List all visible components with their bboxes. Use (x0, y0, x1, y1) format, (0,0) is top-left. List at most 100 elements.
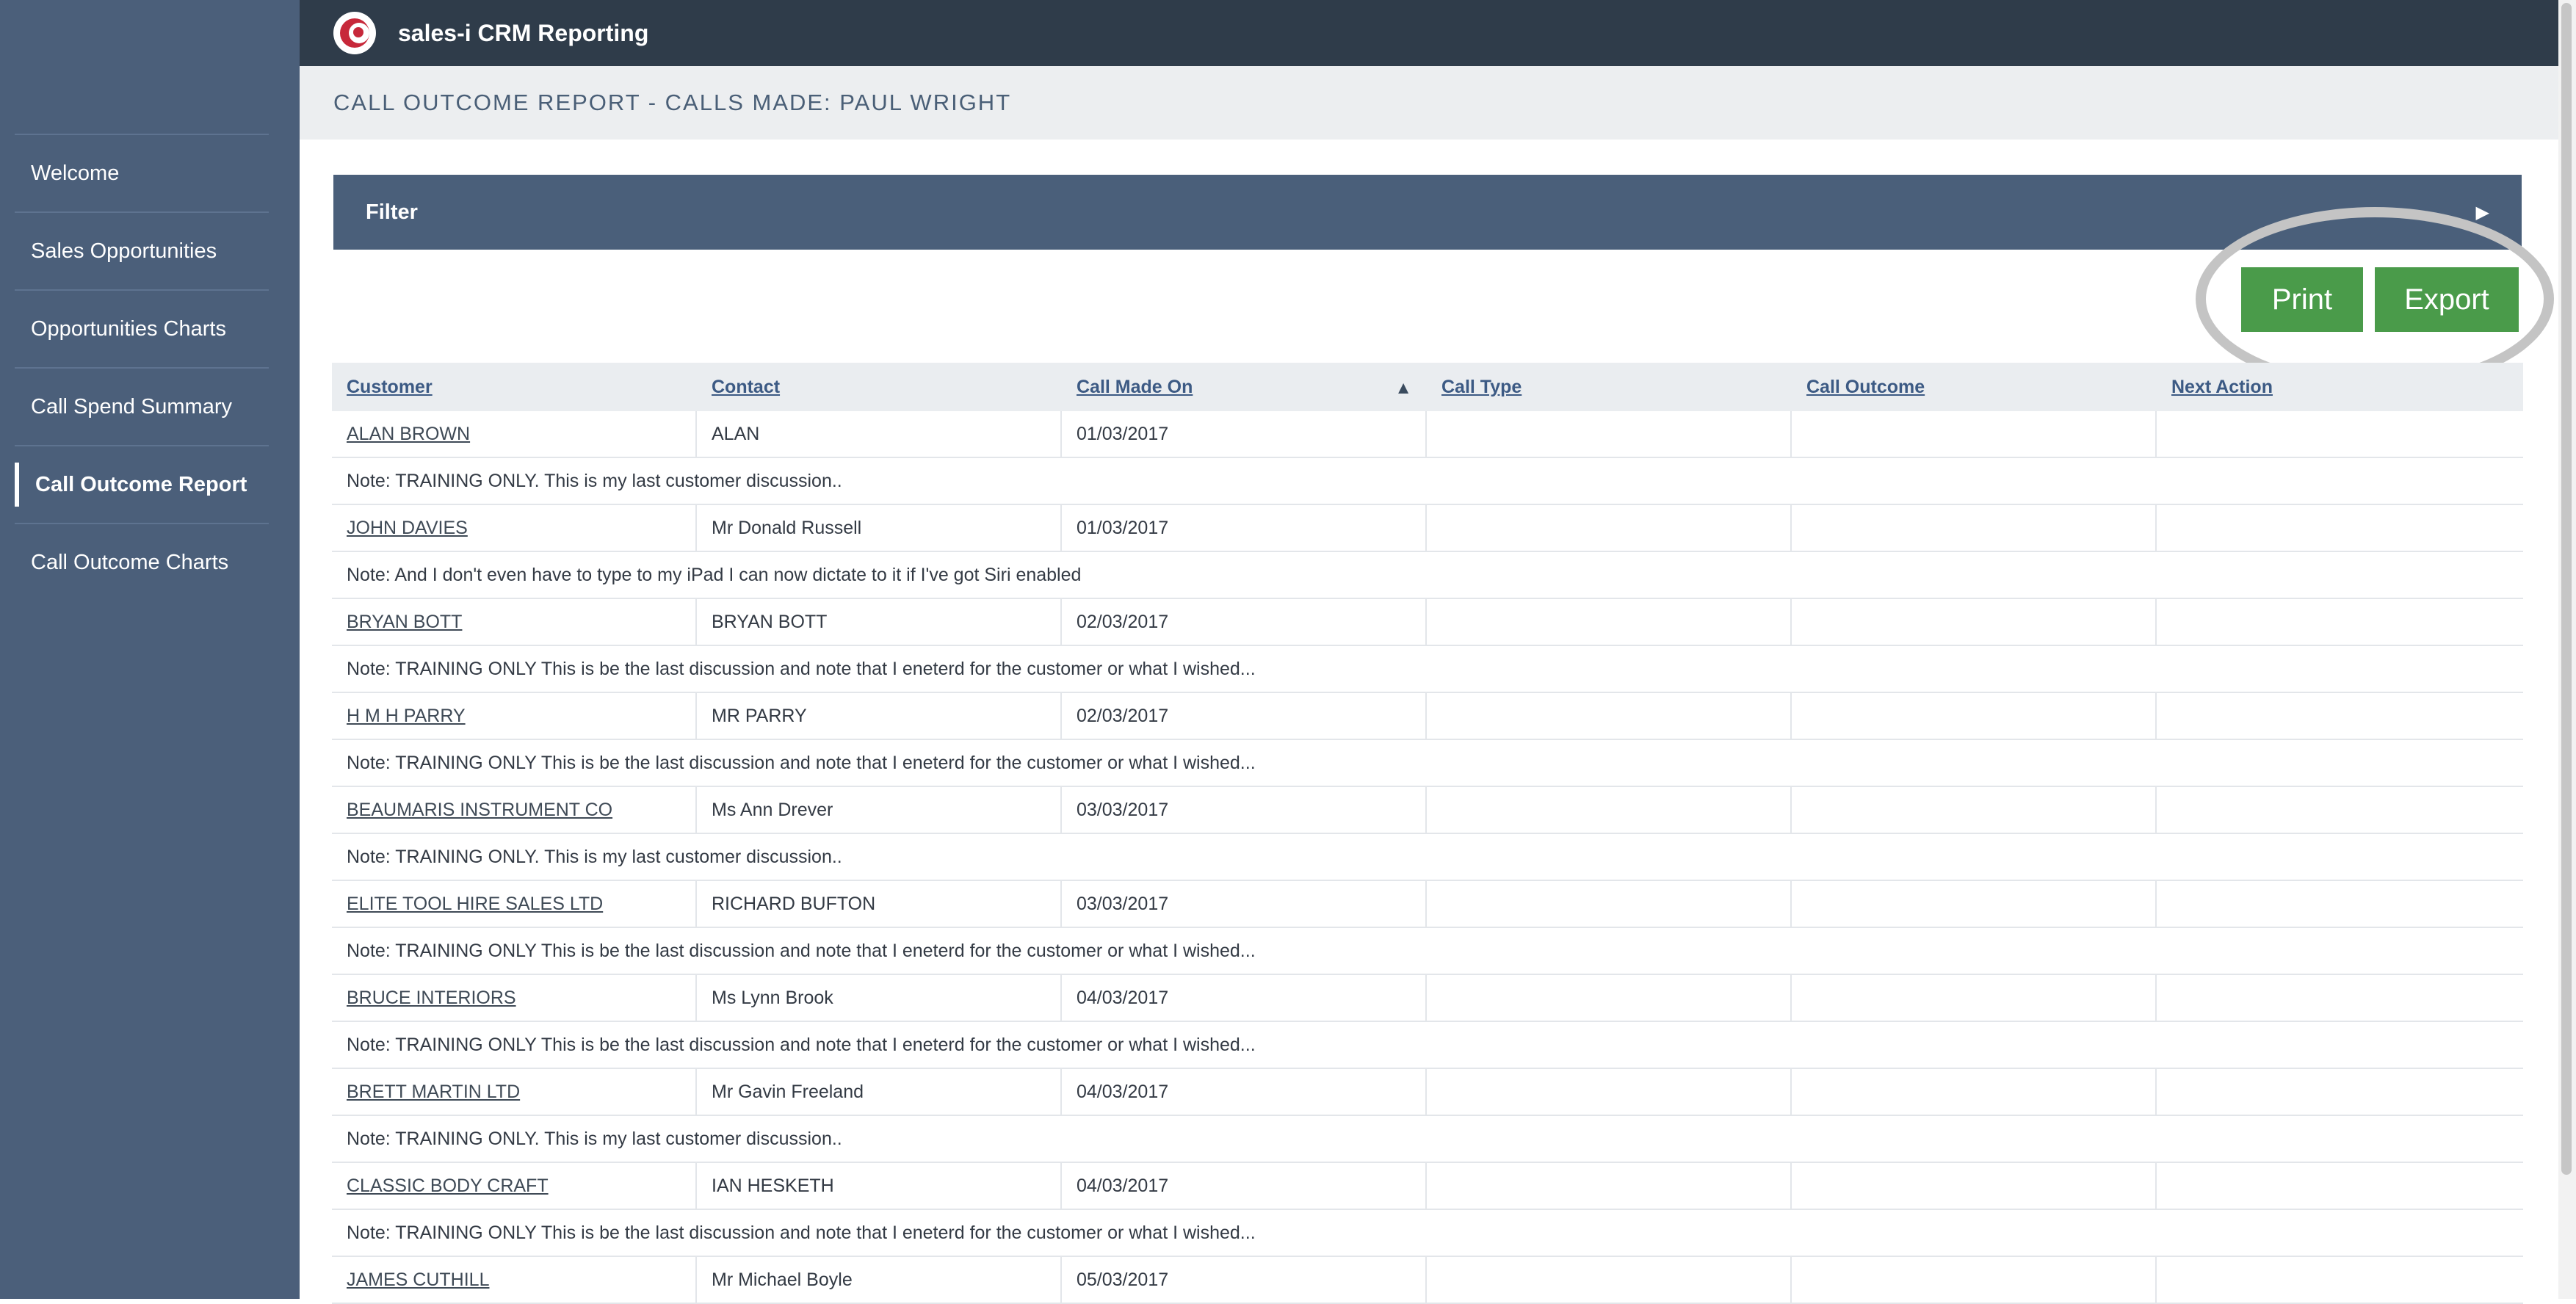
table-row: H M H PARRY MR PARRY 02/03/2017 (332, 693, 2523, 740)
contact-cell: Mr Michael Boyle (697, 1257, 1062, 1303)
note-row: Note: TRAINING ONLY This is be the last … (332, 928, 2523, 975)
call-outcome-table: Customer Contact Call Made On ▲ Call Typ… (332, 363, 2523, 1304)
note-row: Note: TRAINING ONLY. This is my last cus… (332, 1116, 2523, 1163)
sidebar-item-call-outcome-charts[interactable]: Call Outcome Charts (15, 523, 269, 601)
app-title: sales-i CRM Reporting (398, 19, 649, 46)
table-row: BRUCE INTERIORS Ms Lynn Brook 04/03/2017 (332, 975, 2523, 1022)
customer-link[interactable]: BRYAN BOTT (332, 599, 697, 645)
scrollbar-thumb[interactable] (2561, 3, 2572, 1175)
next-action-cell (2157, 787, 2522, 833)
note-row: Note: TRAINING ONLY This is be the last … (332, 1022, 2523, 1069)
sidebar-nav: Welcome Sales Opportunities Opportunitie… (15, 134, 269, 601)
contact-cell: Ms Lynn Brook (697, 975, 1062, 1021)
sidebar-item-sales-opportunities[interactable]: Sales Opportunities (15, 211, 269, 289)
next-action-cell (2157, 1069, 2522, 1115)
call-date-cell: 01/03/2017 (1062, 505, 1427, 551)
customer-link[interactable]: BEAUMARIS INSTRUMENT CO (332, 787, 697, 833)
export-button[interactable]: Export (2375, 267, 2519, 332)
call-outcome-cell (1792, 787, 2157, 833)
page-title: CALL OUTCOME REPORT - CALLS MADE: PAUL W… (333, 90, 1012, 115)
next-action-cell (2157, 1257, 2522, 1303)
note-row: Note: TRAINING ONLY This is be the last … (332, 740, 2523, 787)
table-header-row: Customer Contact Call Made On ▲ Call Typ… (332, 363, 2523, 411)
contact-cell: Mr Gavin Freeland (697, 1069, 1062, 1115)
contact-cell: RICHARD BUFTON (697, 881, 1062, 927)
call-type-cell (1427, 693, 1792, 739)
call-type-cell (1427, 411, 1792, 457)
column-header-label: Call Made On (1077, 376, 1193, 397)
filter-panel-toggle[interactable]: Filter ▶ (333, 175, 2522, 250)
call-date-cell: 02/03/2017 (1062, 693, 1427, 739)
next-action-cell (2157, 1163, 2522, 1209)
note-row: Note: TRAINING ONLY This is be the last … (332, 646, 2523, 693)
sidebar-item-label: Call Outcome Report (35, 472, 247, 496)
call-date-cell: 03/03/2017 (1062, 787, 1427, 833)
table-row: BRYAN BOTT BRYAN BOTT 02/03/2017 (332, 599, 2523, 646)
sales-i-logo-icon (333, 12, 376, 54)
call-outcome-cell (1792, 1163, 2157, 1209)
next-action-cell (2157, 975, 2522, 1021)
column-header-contact[interactable]: Contact (697, 377, 1062, 398)
note-row: Note: And I don't even have to type to m… (332, 552, 2523, 599)
call-outcome-cell (1792, 411, 2157, 457)
customer-link[interactable]: JOHN DAVIES (332, 505, 697, 551)
table-row: ALAN BROWN ALAN 01/03/2017 (332, 411, 2523, 458)
app-header: sales-i CRM Reporting (300, 0, 2558, 66)
sidebar-item-call-spend-summary[interactable]: Call Spend Summary (15, 367, 269, 445)
customer-link[interactable]: ELITE TOOL HIRE SALES LTD (332, 881, 697, 927)
contact-cell: Mr Donald Russell (697, 505, 1062, 551)
sidebar-item-opportunities-charts[interactable]: Opportunities Charts (15, 289, 269, 367)
customer-link[interactable]: CLASSIC BODY CRAFT (332, 1163, 697, 1209)
sidebar: Welcome Sales Opportunities Opportunitie… (0, 0, 300, 1299)
print-button[interactable]: Print (2241, 267, 2363, 332)
column-header-call-outcome[interactable]: Call Outcome (1792, 377, 2157, 398)
call-type-cell (1427, 599, 1792, 645)
expand-arrow-icon: ▶ (2475, 202, 2489, 222)
next-action-cell (2157, 599, 2522, 645)
customer-link[interactable]: H M H PARRY (332, 693, 697, 739)
call-date-cell: 02/03/2017 (1062, 599, 1427, 645)
customer-link[interactable]: BRUCE INTERIORS (332, 975, 697, 1021)
column-header-call-type[interactable]: Call Type (1427, 377, 1792, 398)
call-type-cell (1427, 1069, 1792, 1115)
call-type-cell (1427, 787, 1792, 833)
contact-cell: ALAN (697, 411, 1062, 457)
call-date-cell: 03/03/2017 (1062, 881, 1427, 927)
call-outcome-cell (1792, 505, 2157, 551)
contact-cell: Ms Ann Drever (697, 787, 1062, 833)
table-row: JOHN DAVIES Mr Donald Russell 01/03/2017 (332, 505, 2523, 552)
call-date-cell: 04/03/2017 (1062, 1069, 1427, 1115)
table-body: ALAN BROWN ALAN 01/03/2017 Note: TRAINING O… (332, 411, 2523, 1304)
column-header-customer[interactable]: Customer (332, 377, 697, 398)
sort-ascending-icon: ▲ (1394, 377, 1412, 398)
table-row: ELITE TOOL HIRE SALES LTD RICHARD BUFTON 0… (332, 881, 2523, 928)
page-header: CALL OUTCOME REPORT - CALLS MADE: PAUL W… (300, 66, 2558, 140)
call-date-cell: 05/03/2017 (1062, 1257, 1427, 1303)
customer-link[interactable]: JAMES CUTHILL (332, 1257, 697, 1303)
call-type-cell (1427, 1257, 1792, 1303)
column-header-next-action[interactable]: Next Action (2157, 377, 2522, 398)
sidebar-item-call-outcome-report[interactable]: Call Outcome Report (15, 445, 269, 523)
call-date-cell: 01/03/2017 (1062, 411, 1427, 457)
customer-link[interactable]: ALAN BROWN (332, 411, 697, 457)
table-row: BEAUMARIS INSTRUMENT CO Ms Ann Drever 03/0… (332, 787, 2523, 834)
call-outcome-cell (1792, 1069, 2157, 1115)
sidebar-item-label: Sales Opportunities (31, 239, 217, 263)
call-outcome-cell (1792, 599, 2157, 645)
filter-label: Filter (366, 200, 418, 224)
call-date-cell: 04/03/2017 (1062, 1163, 1427, 1209)
contact-cell: MR PARRY (697, 693, 1062, 739)
customer-link[interactable]: BRETT MARTIN LTD (332, 1069, 697, 1115)
next-action-cell (2157, 693, 2522, 739)
note-row: Note: TRAINING ONLY. This is my last cus… (332, 834, 2523, 881)
contact-cell: IAN HESKETH (697, 1163, 1062, 1209)
sidebar-item-welcome[interactable]: Welcome (15, 134, 269, 211)
note-row: Note: TRAINING ONLY This is be the last … (332, 1210, 2523, 1257)
call-type-cell (1427, 881, 1792, 927)
note-row: Note: TRAINING ONLY. This is my last cus… (332, 458, 2523, 505)
sidebar-item-label: Call Spend Summary (31, 394, 232, 419)
call-type-cell (1427, 1163, 1792, 1209)
call-outcome-cell (1792, 881, 2157, 927)
column-header-call-made-on[interactable]: Call Made On ▲ (1062, 377, 1427, 398)
call-type-cell (1427, 505, 1792, 551)
